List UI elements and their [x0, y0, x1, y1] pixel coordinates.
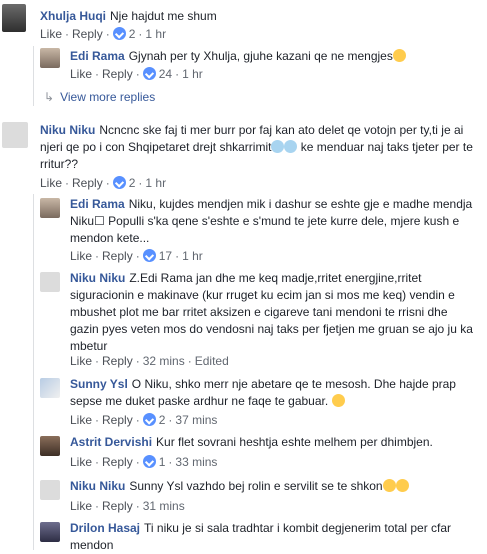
author-name[interactable]: Drilon Hasaj — [70, 521, 140, 535]
like-count[interactable]: 24 — [159, 67, 172, 81]
like-button[interactable]: Like — [40, 27, 62, 41]
reply-button[interactable]: Reply — [102, 413, 133, 427]
comment-text: Niku, kujdes mendjen mik i dashur se esh… — [70, 197, 473, 245]
comment-text: Sunny Ysl vazhdo bej rolin e servilit se… — [129, 479, 383, 493]
reply-button[interactable]: Reply — [102, 455, 133, 469]
reply-button[interactable]: Reply — [72, 176, 103, 190]
smile-icon — [331, 394, 345, 407]
author-name[interactable]: Edi Rama — [70, 197, 125, 211]
avatar[interactable] — [40, 48, 60, 68]
like-count[interactable]: 2 — [129, 27, 136, 41]
author-name[interactable]: Niku Niku — [40, 123, 95, 137]
reply-niku-2: Niku Niku Sunny Ysl vazhdo bej rolin e se… — [0, 474, 487, 516]
view-more-label: View more replies — [60, 90, 156, 104]
like-button[interactable]: Like — [70, 499, 92, 513]
timestamp[interactable]: 37 mins — [175, 413, 217, 427]
comment-text: Gjynah per ty Xhulja, gjuhe kazani qe ne… — [128, 49, 393, 63]
like-button[interactable]: Like — [70, 67, 92, 81]
like-button[interactable]: Like — [70, 455, 92, 469]
reply-button[interactable]: Reply — [102, 249, 133, 263]
avatar[interactable] — [40, 480, 60, 500]
like-icon — [142, 413, 156, 426]
like-button[interactable]: Like — [70, 413, 92, 427]
avatar[interactable] — [40, 378, 60, 398]
view-more-replies[interactable]: ↳ View more replies — [44, 90, 155, 104]
comment-text: Z.Edi Rama jan dhe me keq madje,rritet e… — [70, 271, 473, 353]
like-count[interactable]: 2 — [129, 176, 136, 190]
reply-arrow-icon: ↳ — [44, 90, 55, 104]
author-name[interactable]: Astrit Dervishi — [70, 435, 152, 449]
like-button[interactable]: Like — [70, 249, 92, 263]
reply-astrit: Astrit Dervishi Kur flet sovrani heshtja … — [0, 430, 487, 474]
reply-drilon: Drilon Hasaj Ti niku je si sala tradhtar … — [0, 516, 487, 552]
like-count[interactable]: 2 — [159, 413, 166, 427]
avatar[interactable] — [40, 522, 60, 542]
comment-text: Nje hajdut me shum — [110, 9, 217, 23]
like-icon — [142, 455, 156, 468]
like-icon — [142, 67, 156, 80]
reply-button[interactable]: Reply — [102, 67, 133, 81]
reply-edi-1: Edi Rama Gjynah per ty Xhulja, gjuhe kaza… — [0, 44, 487, 84]
reply-button[interactable]: Reply — [102, 499, 133, 513]
crying-face-icon — [271, 140, 285, 153]
comment-xhulja: Xhulja Huqi Nje hajdut me shum Like · Reply… — [0, 0, 487, 44]
avatar[interactable] — [40, 198, 60, 218]
reply-edi-2: Edi Rama Niku, kujdes mendjen mik i dashu… — [0, 194, 487, 266]
like-count[interactable]: 17 — [159, 249, 172, 263]
comment-text: Kur flet sovrani heshtja eshte melhem pe… — [156, 435, 433, 449]
reply-sunny: Sunny Ysl O Niku, shko merr nje abetare q… — [0, 372, 487, 430]
timestamp[interactable]: 1 hr — [182, 67, 203, 81]
laughing-face-icon — [382, 479, 396, 492]
author-name[interactable]: Edi Rama — [70, 49, 125, 63]
timestamp[interactable]: 33 mins — [175, 455, 217, 469]
author-name[interactable]: Niku Niku — [70, 479, 125, 493]
timestamp[interactable]: 31 mins — [143, 499, 185, 513]
author-name[interactable]: Sunny Ysl — [70, 377, 128, 391]
like-icon — [142, 249, 156, 262]
reply-button[interactable]: Reply — [72, 27, 103, 41]
avatar[interactable] — [40, 436, 60, 456]
like-icon — [112, 27, 126, 40]
comment-niku: Niku Niku Ncncnc ske faj ti mer burr por … — [0, 116, 487, 194]
reply-niku-1: Niku Niku Z.Edi Rama jan dhe me keq madje… — [0, 266, 487, 372]
fearful-face-icon — [392, 49, 406, 62]
avatar[interactable] — [2, 4, 26, 32]
like-button[interactable]: Like — [40, 176, 62, 190]
laughing-face-icon — [395, 479, 409, 492]
like-count[interactable]: 1 — [159, 455, 166, 469]
crying-face-icon — [284, 140, 298, 153]
avatar[interactable] — [2, 122, 28, 148]
timestamp[interactable]: 1 hr — [145, 176, 166, 190]
timestamp[interactable]: 1 hr — [182, 249, 203, 263]
avatar[interactable] — [40, 272, 60, 292]
like-button[interactable]: Like — [70, 354, 92, 368]
timestamp[interactable]: 1 hr — [145, 27, 166, 41]
timestamp[interactable]: 32 mins — [143, 354, 185, 368]
like-icon — [112, 176, 126, 189]
author-name[interactable]: Xhulja Huqi — [40, 9, 106, 23]
reply-button[interactable]: Reply — [102, 354, 133, 368]
author-name[interactable]: Niku Niku — [70, 271, 125, 285]
edited-label[interactable]: Edited — [195, 354, 229, 368]
